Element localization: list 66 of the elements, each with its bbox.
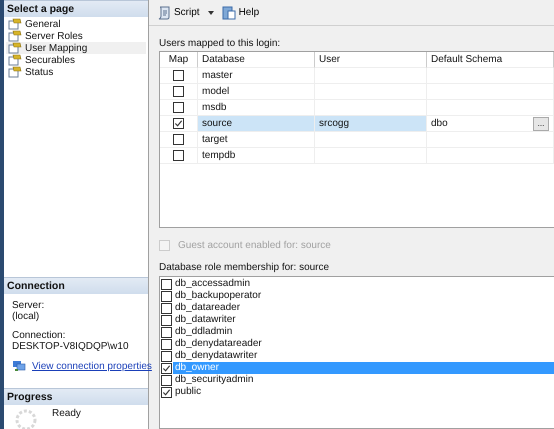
table-cell: master: [198, 68, 315, 84]
progress-status: Ready: [52, 408, 81, 419]
users-mapped-label: Users mapped to this login:: [159, 38, 282, 49]
table-cell: target: [198, 132, 315, 148]
column-header: User: [315, 52, 427, 68]
connection-value: DESKTOP-V8IQDQP\w10: [12, 341, 130, 352]
role-item[interactable]: db_securityadmin: [173, 374, 554, 386]
checkbox[interactable]: [161, 314, 172, 326]
checkbox[interactable]: [161, 350, 172, 362]
table-cell: model: [198, 84, 315, 100]
guest-label: Guest account enabled for: source: [178, 240, 331, 251]
connection-properties-link[interactable]: View connection properties: [32, 360, 152, 372]
script-button[interactable]: Script: [155, 4, 202, 22]
network-icon: [12, 360, 26, 372]
checkbox[interactable]: [161, 338, 172, 350]
section-header: Progress: [4, 388, 148, 405]
help-button[interactable]: Help: [220, 4, 262, 22]
sidebar-item[interactable]: General: [6, 18, 146, 30]
role-membership-label: Database role membership for: source: [159, 262, 330, 273]
checkbox[interactable]: [173, 134, 184, 145]
caret-icon[interactable]: [208, 10, 214, 14]
page-icon: [8, 18, 22, 30]
schema-text: dbo: [431, 118, 448, 129]
spinner-icon: [14, 408, 38, 429]
checkbox[interactable]: [161, 302, 172, 314]
checkbox[interactable]: [173, 150, 184, 161]
table-cell: srcogg: [315, 116, 427, 132]
checkbox[interactable]: [161, 290, 172, 302]
role-item[interactable]: public: [173, 386, 554, 398]
page-icon: [8, 66, 22, 78]
server-value: (local): [12, 311, 40, 322]
table-cell: tempdb: [198, 148, 315, 164]
role-item[interactable]: db_datareader: [173, 302, 554, 314]
section-header: Connection: [4, 277, 148, 294]
sidebar-item[interactable]: User Mapping: [6, 42, 146, 54]
column-header: Map: [160, 52, 198, 68]
role-item[interactable]: db_denydatareader: [173, 338, 554, 350]
checkbox[interactable]: [173, 102, 184, 113]
page-icon: [8, 54, 22, 66]
checkbox[interactable]: [173, 118, 184, 129]
checkbox[interactable]: [161, 374, 172, 386]
help-icon: [222, 6, 236, 20]
checkbox[interactable]: [161, 326, 172, 338]
script-icon: [157, 6, 171, 20]
role-item[interactable]: db_ddladmin: [173, 326, 554, 338]
table-cell: source: [198, 116, 315, 132]
page-icon: [8, 30, 22, 42]
sidebar-item[interactable]: Securables: [6, 54, 146, 66]
column-header: Database: [198, 52, 315, 68]
column-header: Default Schema: [427, 52, 554, 68]
checkbox[interactable]: [161, 362, 172, 374]
checkbox[interactable]: [173, 86, 184, 97]
connection-label: Connection:: [12, 330, 66, 341]
role-item[interactable]: db_datawriter: [173, 314, 554, 326]
sidebar-item[interactable]: Status: [6, 66, 146, 78]
role-item[interactable]: db_backupoperator: [173, 290, 554, 302]
role-item[interactable]: db_denydatawriter: [173, 350, 554, 362]
role-item[interactable]: db_accessadmin: [173, 278, 554, 290]
checkbox[interactable]: [161, 278, 172, 290]
page-icon: [8, 42, 22, 54]
checkbox[interactable]: [161, 386, 172, 398]
browse-button[interactable]: ...: [533, 116, 549, 130]
checkbox[interactable]: [173, 70, 184, 81]
sidebar-item[interactable]: Server Roles: [6, 30, 146, 42]
section-header: Select a page: [4, 0, 148, 17]
server-label: Server:: [12, 300, 46, 311]
